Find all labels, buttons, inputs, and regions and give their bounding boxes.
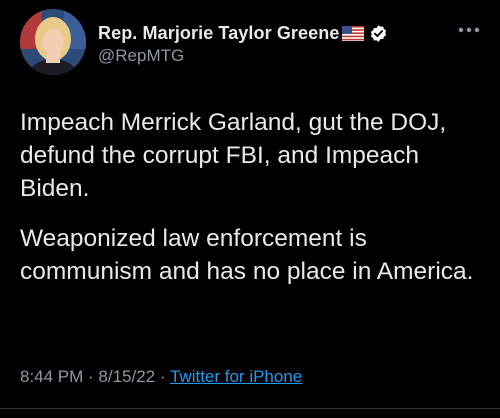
tweet-text: Impeach Merrick Garland, gut the DOJ, de…	[20, 106, 480, 305]
tweet-paragraph: Weaponized law enforcement is communism …	[20, 225, 474, 285]
meta-separator: ·	[155, 367, 170, 386]
tweet-date[interactable]: 8/15/22	[98, 367, 155, 386]
author-name-row[interactable]: Rep. Marjorie Taylor Greene	[98, 21, 388, 45]
avatar-photo	[20, 9, 86, 75]
author-display-name[interactable]: Rep. Marjorie Taylor Greene	[98, 23, 339, 44]
divider	[0, 408, 500, 409]
avatar[interactable]	[20, 9, 86, 75]
tweet-metadata: 8:44 PM · 8/15/22 · Twitter for iPhone	[20, 367, 302, 387]
more-horizontal-icon	[458, 27, 480, 33]
tweet-time[interactable]: 8:44 PM	[20, 367, 83, 386]
tweet-paragraph: Impeach Merrick Garland, gut the DOJ, de…	[20, 109, 447, 202]
verified-badge-icon	[369, 24, 388, 43]
meta-separator: ·	[83, 367, 99, 386]
tweet-card: Rep. Marjorie Taylor Greene @RepMTG Impe…	[0, 0, 500, 418]
more-options-button[interactable]	[456, 20, 482, 40]
tweet-source-link[interactable]: Twitter for iPhone	[170, 367, 302, 386]
author-handle[interactable]: @RepMTG	[98, 46, 184, 66]
us-flag-icon	[342, 25, 365, 41]
